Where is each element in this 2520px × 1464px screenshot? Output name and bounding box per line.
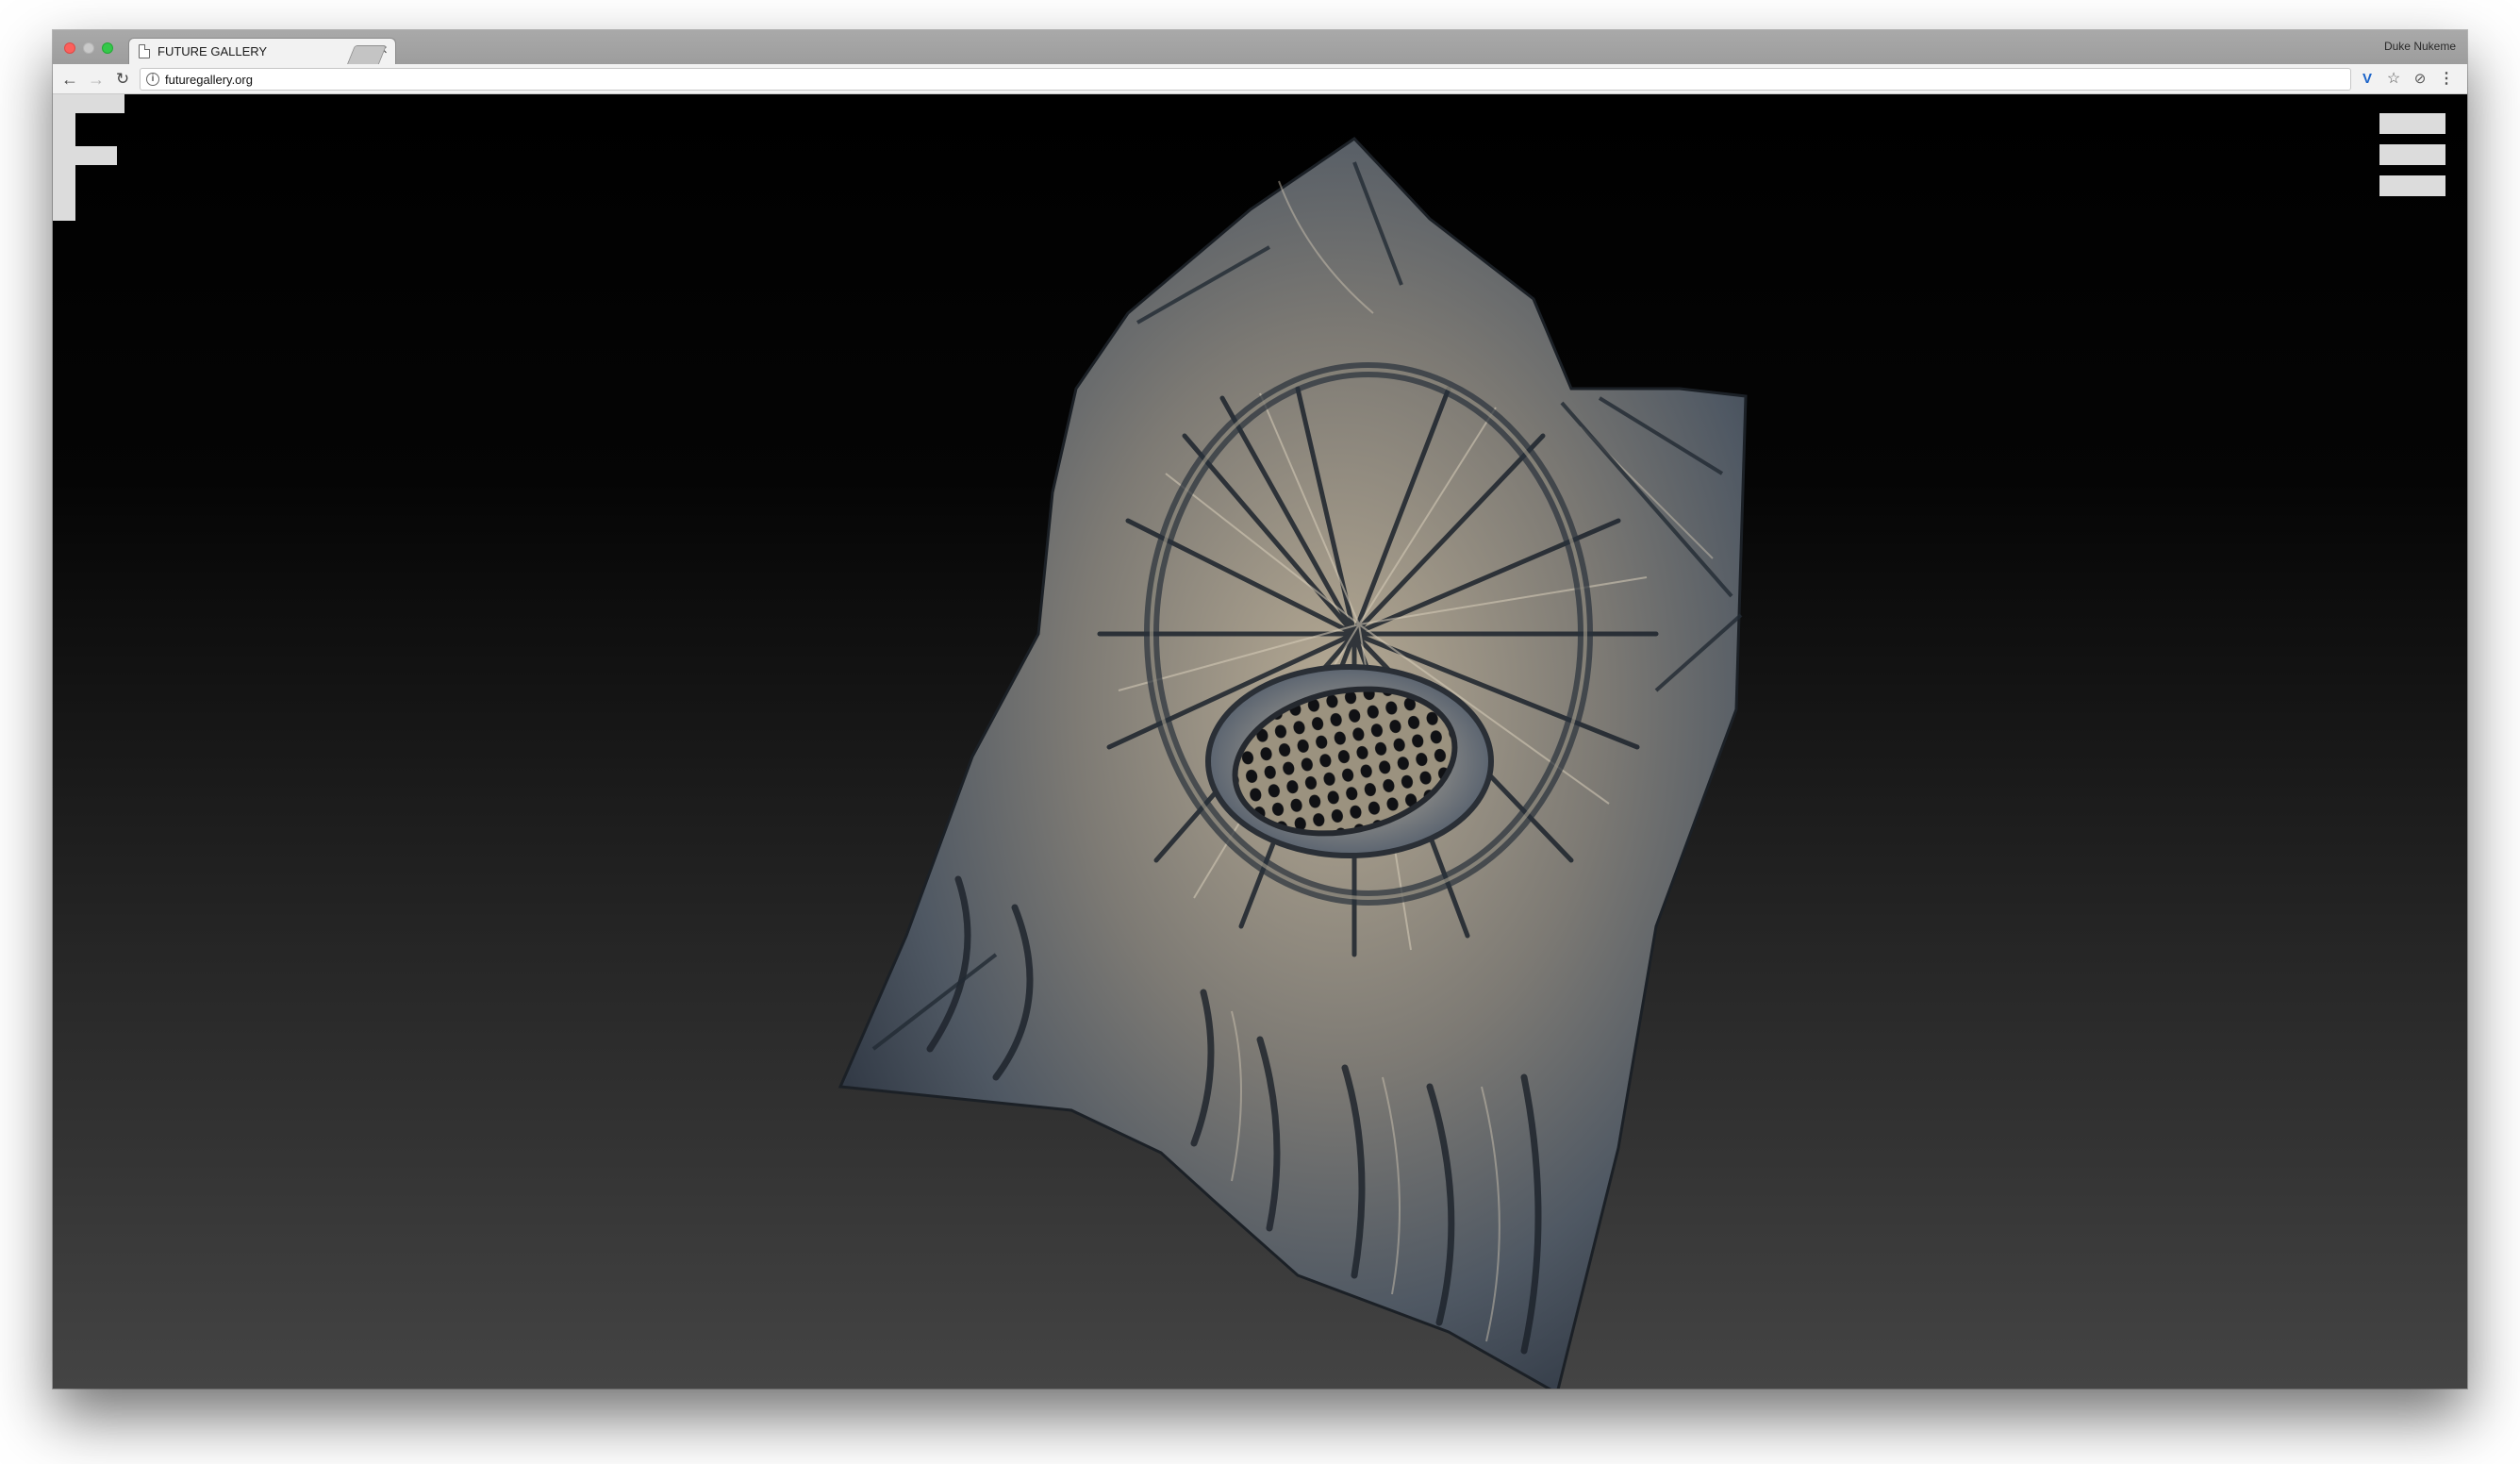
menu-line: [2379, 144, 2445, 165]
blocker-extension-icon[interactable]: ⊘: [2409, 68, 2431, 91]
fossil-3d-artwork[interactable]: [779, 94, 1760, 1389]
page-viewport: [53, 94, 2467, 1389]
tab-title: FUTURE GALLERY: [158, 44, 268, 58]
browser-menu-icon[interactable]: ⋮: [2435, 68, 2458, 91]
fossil-slab: [837, 137, 1748, 1389]
close-window-button[interactable]: [64, 42, 75, 54]
site-info-icon[interactable]: i: [146, 73, 159, 86]
extension-icon[interactable]: V: [2356, 68, 2379, 91]
menu-line: [2379, 175, 2445, 196]
browser-window: FUTURE GALLERY × Duke Nukeme ← → ↻ i fut…: [53, 30, 2467, 1389]
zoom-window-button[interactable]: [102, 42, 113, 54]
page-icon: [139, 44, 150, 58]
future-gallery-logo[interactable]: [53, 94, 124, 221]
address-bar[interactable]: i futuregallery.org: [140, 68, 2351, 91]
menu-line: [2379, 113, 2445, 134]
minimize-window-button[interactable]: [83, 42, 94, 54]
profile-name[interactable]: Duke Nukeme: [2384, 40, 2456, 53]
forward-icon[interactable]: →: [85, 68, 108, 91]
tab-strip: FUTURE GALLERY × Duke Nukeme: [53, 30, 2467, 64]
back-icon[interactable]: ←: [58, 68, 81, 91]
logo-top-bar: [53, 94, 124, 113]
url-text[interactable]: futuregallery.org: [165, 73, 253, 87]
logo-middle-bar: [53, 146, 117, 165]
hamburger-menu-icon[interactable]: [2379, 113, 2445, 196]
browser-toolbar: ← → ↻ i futuregallery.org V ☆ ⊘ ⋮: [53, 64, 2467, 94]
reload-icon[interactable]: ↻: [111, 68, 134, 91]
bookmark-star-icon[interactable]: ☆: [2382, 68, 2405, 91]
